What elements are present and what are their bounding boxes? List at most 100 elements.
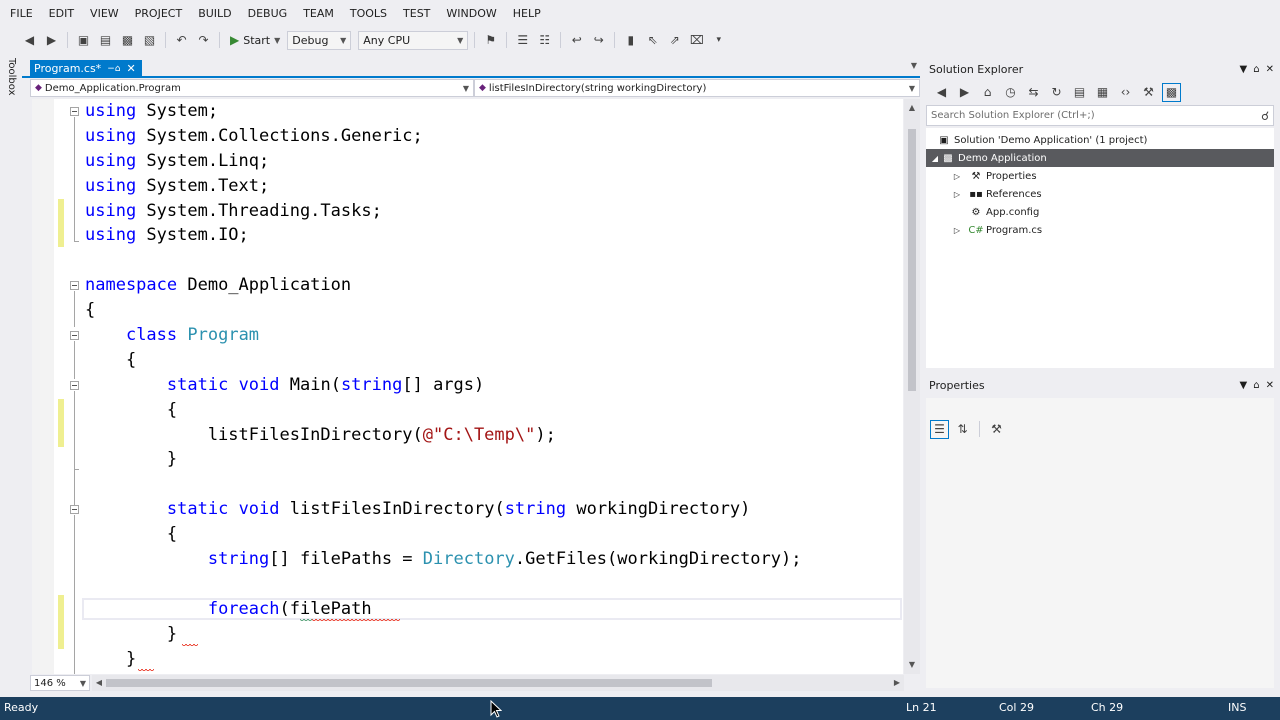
pin-icon[interactable]: −⌂ xyxy=(107,64,120,74)
tree-item-properties[interactable]: ▷ ⚒ Properties xyxy=(926,167,1274,185)
tree-item-project[interactable]: ◢ ▩ Demo Application xyxy=(926,149,1274,167)
scroll-down-icon[interactable]: ▼ xyxy=(904,658,920,672)
collapse-usings-toggle[interactable] xyxy=(70,107,79,116)
categorized-icon[interactable]: ☰ xyxy=(930,419,949,439)
scroll-left-icon[interactable]: ◀ xyxy=(92,675,106,691)
properties-wrench-icon[interactable]: ⚒ xyxy=(1139,83,1158,102)
menu-test[interactable]: TEST xyxy=(395,0,438,28)
new-project-icon[interactable]: ▣ xyxy=(74,31,93,50)
types-value: Demo_Application.Program xyxy=(44,82,181,94)
menu-project[interactable]: PROJECT xyxy=(127,0,191,28)
save-all-icon[interactable]: ▧ xyxy=(140,31,159,50)
undo-icon[interactable]: ↶ xyxy=(172,31,191,50)
code-editor[interactable]: using System; using System.Collections.G… xyxy=(32,99,903,674)
editor-vertical-scrollbar[interactable]: ▲ ▼ xyxy=(904,99,920,674)
property-pages-icon[interactable]: ⚒ xyxy=(987,420,1006,439)
code-line-8: namespace Demo_Application xyxy=(85,275,352,295)
collapse-all-icon[interactable]: ▤ xyxy=(1070,83,1089,102)
bookmark-icon[interactable]: ▮ xyxy=(621,31,640,50)
code-line-14: listFilesInDirectory(@"C:\Temp\"); xyxy=(85,425,556,445)
open-file-icon[interactable]: ▤ xyxy=(96,31,115,50)
zoom-level-combo[interactable]: 146 % ▼ xyxy=(30,675,90,691)
search-icon[interactable]: ☌ xyxy=(1261,109,1269,123)
back-icon[interactable]: ◀ xyxy=(20,31,39,50)
tab-list-dropdown-icon[interactable]: ▼ xyxy=(911,61,917,70)
members-dropdown[interactable]: ◆ listFilesInDirectory(string workingDire… xyxy=(474,79,920,97)
save-icon[interactable]: ▩ xyxy=(118,31,137,50)
menu-debug[interactable]: DEBUG xyxy=(240,0,296,28)
types-dropdown[interactable]: ◆ Demo_Application.Program ▼ xyxy=(30,79,474,97)
collapse-namespace-toggle[interactable] xyxy=(70,281,79,290)
menu-edit[interactable]: EDIT xyxy=(41,0,82,28)
scroll-thumb[interactable] xyxy=(908,129,916,391)
close-icon[interactable]: ✕ xyxy=(126,62,135,75)
solution-explorer-title: Solution Explorer xyxy=(929,62,1024,76)
menu-help[interactable]: HELP xyxy=(505,0,549,28)
menu-tools[interactable]: TOOLS xyxy=(342,0,395,28)
code-line-15: } xyxy=(85,449,178,469)
collapse-main-toggle[interactable] xyxy=(70,381,79,390)
solution-explorer-search-input[interactable]: Search Solution Explorer (Ctrl+;) ☌ xyxy=(926,105,1274,126)
scroll-right-icon[interactable]: ▶ xyxy=(890,675,904,691)
alphabetical-icon[interactable]: ⇅ xyxy=(953,420,972,439)
redo-icon[interactable]: ↷ xyxy=(194,31,213,50)
previous-bookmark-icon[interactable]: ⇖ xyxy=(643,31,662,50)
show-all-files-icon[interactable]: ▦ xyxy=(1093,83,1112,102)
toolbar-separator xyxy=(979,421,980,437)
step-into-icon[interactable]: ↩ xyxy=(567,31,586,50)
tree-item-references[interactable]: ▷ ▪▪ References xyxy=(926,185,1274,203)
menu-team[interactable]: TEAM xyxy=(295,0,342,28)
refresh-icon[interactable]: ↻ xyxy=(1047,83,1066,102)
search-placeholder: Search Solution Explorer (Ctrl+;) xyxy=(931,110,1095,121)
back-icon[interactable]: ◀ xyxy=(932,83,951,102)
view-code-icon[interactable]: ‹› xyxy=(1116,83,1135,102)
panel-splitter[interactable] xyxy=(926,370,1280,374)
preview-selected-icon[interactable]: ▩ xyxy=(1162,82,1181,102)
comment-icon[interactable]: ☰ xyxy=(513,31,532,50)
find-in-files-icon[interactable]: ⚑ xyxy=(481,31,500,50)
forward-icon[interactable]: ▶ xyxy=(42,31,61,50)
solution-configuration-combo[interactable]: Debug ▼ xyxy=(287,30,352,50)
collapsed-arrow-icon[interactable]: ▷ xyxy=(952,226,962,235)
step-over-icon[interactable]: ↪ xyxy=(589,31,608,50)
menu-window[interactable]: WINDOW xyxy=(438,0,504,28)
next-bookmark-icon[interactable]: ⇗ xyxy=(665,31,684,50)
uncomment-icon[interactable]: ☷ xyxy=(535,31,554,50)
members-value: listFilesInDirectory(string workingDirec… xyxy=(488,82,707,94)
menu-build[interactable]: BUILD xyxy=(190,0,239,28)
window-position-icon[interactable]: ▼ xyxy=(1240,64,1248,75)
sync-icon[interactable]: ⇆ xyxy=(1024,83,1043,102)
code-line-17: static void listFilesInDirectory(string … xyxy=(166,499,751,519)
solution-platform-combo[interactable]: Any CPU ▼ xyxy=(358,30,469,50)
toolbox-strip xyxy=(0,56,22,696)
home-icon[interactable]: ⌂ xyxy=(978,83,997,102)
toolbox-tab[interactable]: Toolbox xyxy=(6,58,17,96)
close-icon[interactable]: ✕ xyxy=(1266,64,1274,75)
pin-icon[interactable]: ⌂ xyxy=(1253,380,1259,391)
tab-program-cs[interactable]: Program.cs* −⌂ ✕ xyxy=(30,60,142,77)
close-icon[interactable]: ✕ xyxy=(1266,380,1274,391)
collapsed-arrow-icon[interactable]: ▷ xyxy=(952,190,962,199)
menu-view[interactable]: VIEW xyxy=(82,0,127,28)
chevron-down-icon: ▼ xyxy=(908,83,915,93)
clear-bookmarks-icon[interactable]: ⌧ xyxy=(687,31,706,50)
editor-horizontal-scrollbar[interactable]: ◀ ▶ xyxy=(92,675,904,691)
pending-changes-filter-icon[interactable]: ◷ xyxy=(1001,83,1020,102)
window-position-icon[interactable]: ▼ xyxy=(1240,380,1248,391)
scroll-up-icon[interactable]: ▲ xyxy=(904,101,920,115)
collapsed-arrow-icon[interactable]: ▷ xyxy=(952,172,962,181)
selection-margin xyxy=(32,99,54,674)
toolbar-overflow-icon[interactable]: ▾ xyxy=(709,31,728,50)
pin-icon[interactable]: ⌂ xyxy=(1253,64,1259,75)
tree-item-app-config[interactable]: ⚙ App.config xyxy=(926,203,1274,221)
scroll-thumb[interactable] xyxy=(106,679,712,687)
tree-item-program-cs[interactable]: ▷ C# Program.cs xyxy=(926,221,1274,239)
collapse-class-toggle[interactable] xyxy=(70,331,79,340)
expanded-arrow-icon[interactable]: ◢ xyxy=(930,154,940,163)
menu-file[interactable]: FILE xyxy=(2,0,41,28)
tree-item-solution[interactable]: ▣ Solution 'Demo Application' (1 project… xyxy=(926,131,1274,149)
forward-icon[interactable]: ▶ xyxy=(955,83,974,102)
collapse-method-toggle[interactable] xyxy=(70,505,79,514)
properties-toolbar: ☰ ⇅ ⚒ xyxy=(926,418,1274,440)
start-debugging-button[interactable]: ▶ Start ▼ xyxy=(226,31,284,50)
